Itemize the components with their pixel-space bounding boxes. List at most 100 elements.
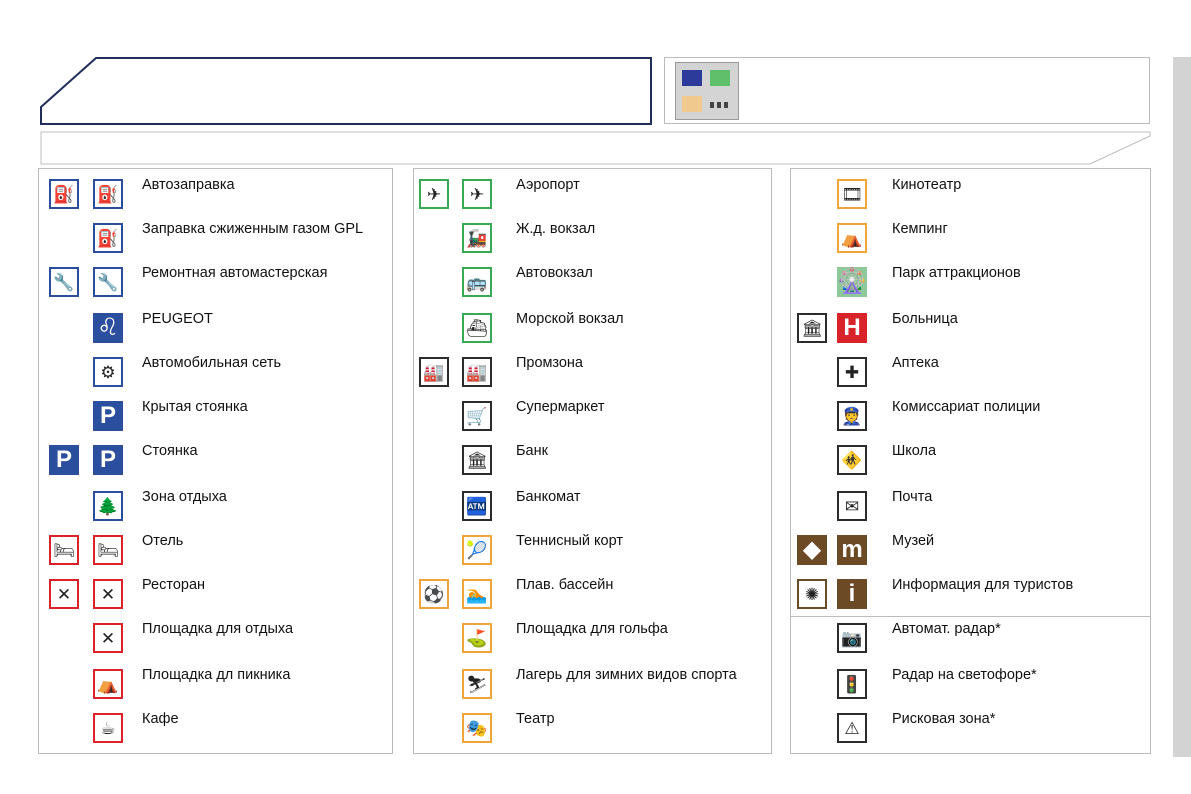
legend-row: ⛺ Кемпинг <box>791 217 1150 261</box>
tennis-icon: 🎾 <box>462 535 492 565</box>
bus-station-icon: 🚌 <box>462 267 492 297</box>
legend-label: Зона отдыха <box>142 489 227 505</box>
legend-row: ✕ ✕ Ресторан <box>39 573 392 617</box>
legend-row: 🎡 Парк аттракционов <box>791 261 1150 305</box>
restaurant-cutlery-icon: ✕ <box>49 579 79 609</box>
landmark-icon: ◆ <box>797 535 827 565</box>
legend-label: Ремонтная автомастерская <box>142 265 328 281</box>
legend-row: ⚠ Рисковая зона* <box>791 707 1150 751</box>
legend-row: ☕ Кафе <box>39 707 392 751</box>
speed-camera-icon: 📷 <box>837 623 867 653</box>
car-network-icon: ⚙ <box>93 357 123 387</box>
rest-stop-icon: ✕ <box>93 623 123 653</box>
legend-row: 🚦 Радар на светофоре* <box>791 663 1150 707</box>
legend-label: Плав. бассейн <box>516 577 614 593</box>
legend-row: 🎾 Теннисный корт <box>414 529 771 573</box>
pharmacy-cross-icon: ✚ <box>837 357 867 387</box>
legend-row: 🛏 🛏 Отель <box>39 529 392 573</box>
legend-row: ✚ Аптека <box>791 351 1150 395</box>
legend-label: Кафе <box>142 711 179 727</box>
legend-label: Автомат. радар* <box>892 621 1001 637</box>
legend-label: Рисковая зона* <box>892 711 996 727</box>
scrollbar[interactable] <box>1173 57 1191 757</box>
legend-label: Кинотеатр <box>892 177 962 193</box>
covered-parking-icon: P <box>93 401 123 431</box>
legend-label: Школа <box>892 443 937 459</box>
sport-activities-icon: ⚽ <box>419 579 449 609</box>
monument-icon: 🏛 <box>797 313 827 343</box>
legend-label: Театр <box>516 711 555 727</box>
legend-label: Промзона <box>516 355 583 371</box>
legend-label: Радар на светофоре* <box>892 667 1037 683</box>
legend-row: ⛳ Площадка для гольфа <box>414 617 771 661</box>
legend-row: 🔧 🔧 Ремонтная автомастерская <box>39 261 392 305</box>
legend-label: Банкомат <box>516 489 581 505</box>
legend-row: ✺ i Информация для туристов <box>791 573 1150 617</box>
parking-icon: P <box>49 445 79 475</box>
restaurant-cutlery-icon: ✕ <box>93 579 123 609</box>
legend-row: 🌲 Зона отдыха <box>39 485 392 529</box>
train-station-icon: 🚂 <box>462 223 492 253</box>
school-children-icon: 🚸 <box>837 445 867 475</box>
fuel-station-icon: ⛽ <box>49 179 79 209</box>
police-station-icon: 👮 <box>837 401 867 431</box>
legend-label: Ресторан <box>142 577 206 593</box>
picnic-area-icon: ⛺ <box>93 669 123 699</box>
amusement-park-icon: 🎡 <box>837 267 867 297</box>
viewpoint-icon: ✺ <box>797 579 827 609</box>
airport-plane-icon: ✈ <box>462 179 492 209</box>
cafe-cup-icon: ☕ <box>93 713 123 743</box>
legend-label: Теннисный корт <box>516 533 623 549</box>
subheading-bar <box>40 131 1151 165</box>
legend-row: ⚙ Автомобильная сеть <box>39 351 392 395</box>
legend-label: Отель <box>142 533 184 549</box>
legend-label: Лагерь для зимних видов спорта <box>516 667 737 683</box>
legend-label: Площадка для гольфа <box>516 621 668 637</box>
tourist-info-icon: i <box>837 579 867 609</box>
legend-label: Парк аттракционов <box>892 265 1021 281</box>
legend-label: Морской вокзал <box>516 311 624 327</box>
legend-row: ⛴ Морской вокзал <box>414 307 771 351</box>
garage-icon: 🔧 <box>93 267 123 297</box>
swimming-pool-icon: 🏊 <box>462 579 492 609</box>
ski-icon: ⛷ <box>462 669 492 699</box>
lpg-station-icon: ⛽ <box>93 223 123 253</box>
legend-label: Крытая стоянка <box>142 399 248 415</box>
header-panel <box>664 57 1150 124</box>
legend-row: ✈ ✈ Аэропорт <box>414 173 771 217</box>
legend-row: 🚂 Ж.д. вокзал <box>414 217 771 261</box>
legend-label: Заправка сжиженным газом GPL <box>142 221 364 237</box>
legend-row: ✉ Почта <box>791 485 1150 529</box>
golf-icon: ⛳ <box>462 623 492 653</box>
legend-row: 🏛 H Больница <box>791 307 1150 351</box>
legend-row: ⛷ Лагерь для зимних видов спорта <box>414 663 771 707</box>
legend-label: Площадка для отдыха <box>142 621 294 637</box>
legend-label: Автомобильная сеть <box>142 355 282 371</box>
legend-row: ✕ Площадка для отдыха <box>39 617 392 661</box>
hospital-icon: H <box>837 313 867 343</box>
legend-row: 📷 Автомат. радар* <box>791 617 1150 661</box>
peugeot-lion-icon: ♌ <box>93 313 123 343</box>
section-title-tab <box>40 57 652 125</box>
cinema-film-icon: 🎞 <box>837 179 867 209</box>
legend-row: 🏭 🏭 Промзона <box>414 351 771 395</box>
legend-row: 🛒 Супермаркет <box>414 395 771 439</box>
legend-row: ⛽ ⛽ Автозаправка <box>39 173 392 217</box>
legend-column-2: ✈ ✈ Аэропорт 🚂 Ж.д. вокзал 🚌 Автовокзал ⛴ Морско… <box>413 168 772 754</box>
legend-label: Музей <box>892 533 935 549</box>
risk-zone-warning-icon: ⚠ <box>837 713 867 743</box>
legend-label: Площадка дл пикника <box>142 667 291 683</box>
legend-row: 🎞 Кинотеатр <box>791 173 1150 217</box>
legend-row: 🚌 Автовокзал <box>414 261 771 305</box>
rest-area-icon: 🌲 <box>93 491 123 521</box>
legend-row: ⛽ Заправка сжиженным газом GPL <box>39 217 392 261</box>
legend-row: ⛺ Площадка дл пикника <box>39 663 392 707</box>
transport-hub-icon: ✈ <box>419 179 449 209</box>
theatre-icon: 🎭 <box>462 713 492 743</box>
map-display-icon <box>675 62 739 120</box>
hotel-bed-icon: 🛏 <box>93 535 123 565</box>
legend-label: Ж.д. вокзал <box>516 221 596 237</box>
bank-icon: 🏛 <box>462 445 492 475</box>
legend-row: P P Стоянка <box>39 439 392 483</box>
garage-icon: 🔧 <box>49 267 79 297</box>
